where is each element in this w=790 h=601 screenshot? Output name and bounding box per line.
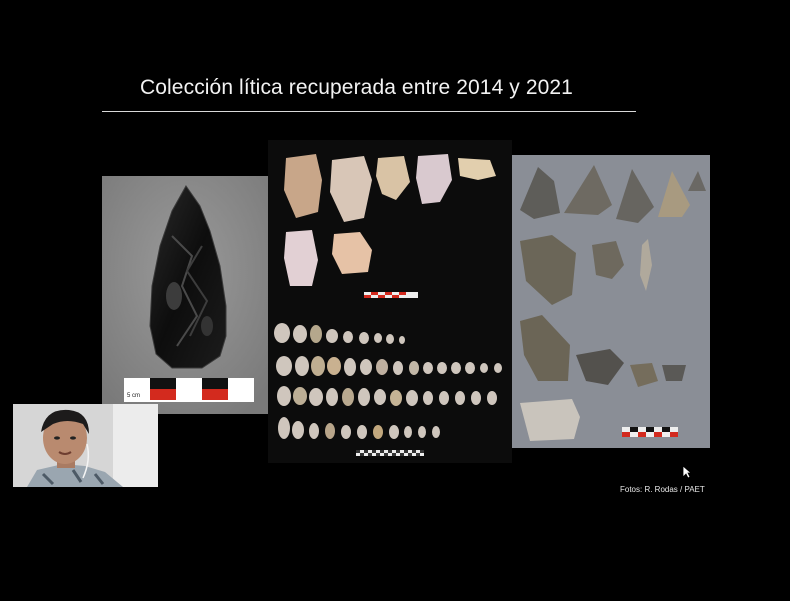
presentation-slide: Colección lítica recuperada entre 2014 y…	[0, 0, 790, 601]
photo-obsidian-point: 5 cm	[102, 176, 268, 414]
obsidian-point-image: 5 cm	[102, 176, 268, 414]
photo-flake-collection	[268, 140, 512, 463]
scale-bar-obsidian	[124, 378, 254, 402]
photo-tool-collection	[512, 155, 710, 448]
tool-collection-image	[512, 155, 710, 448]
presenter-video	[13, 404, 158, 487]
photo-credit: Fotos: R. Rodas / PAET	[620, 485, 705, 494]
slide-title: Colección lítica recuperada entre 2014 y…	[140, 76, 573, 99]
mouse-pointer-icon	[682, 465, 692, 479]
scale-label: 5 cm	[127, 393, 140, 399]
webcam-feed	[13, 404, 158, 487]
title-divider	[102, 111, 636, 112]
flake-collection-image	[268, 140, 512, 463]
